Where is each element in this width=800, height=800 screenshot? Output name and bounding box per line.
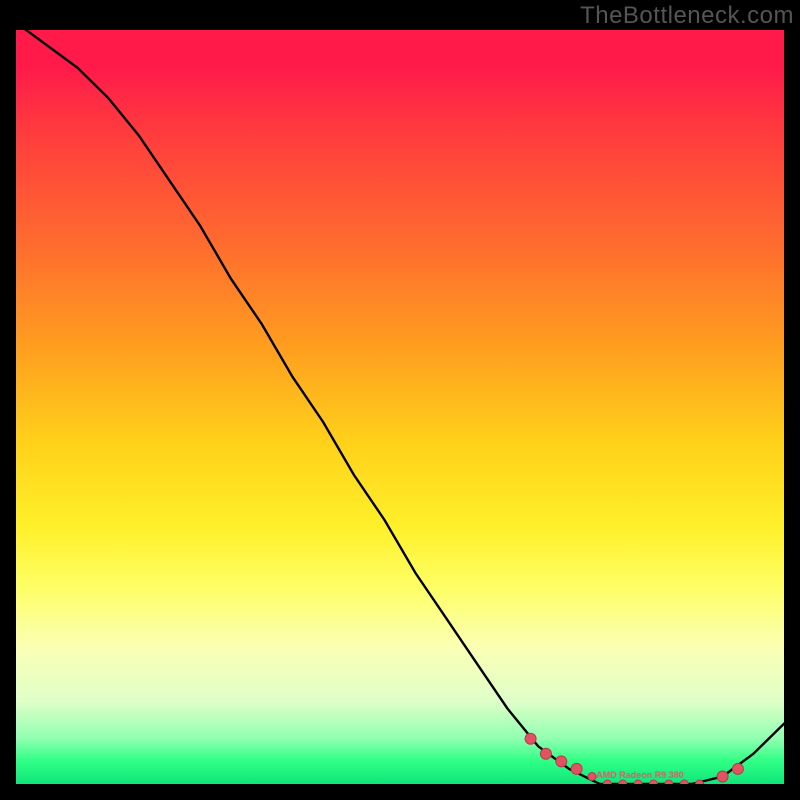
curve-marker <box>634 780 642 784</box>
curve-marker <box>665 780 673 784</box>
series-annotation-label: AMD Radeon R9 380 <box>596 770 684 780</box>
curve-marker <box>540 748 551 759</box>
curve-marker <box>571 763 582 774</box>
curve-svg: AMD Radeon R9 380 <box>16 30 784 784</box>
bottleneck-curve <box>16 30 784 784</box>
curve-marker <box>603 780 611 784</box>
curve-marker <box>649 780 657 784</box>
curve-marker <box>619 780 627 784</box>
curve-marker <box>525 733 536 744</box>
curve-marker <box>732 763 743 774</box>
curve-marker <box>696 780 704 784</box>
curve-marker <box>556 756 567 767</box>
watermark-text: TheBottleneck.com <box>580 2 794 30</box>
curve-marker <box>680 780 688 784</box>
curve-marker <box>588 773 596 781</box>
plot-area: AMD Radeon R9 380 <box>16 30 784 784</box>
curve-marker <box>717 771 728 782</box>
chart-frame: TheBottleneck.com AMD Radeon R9 380 <box>0 0 800 800</box>
